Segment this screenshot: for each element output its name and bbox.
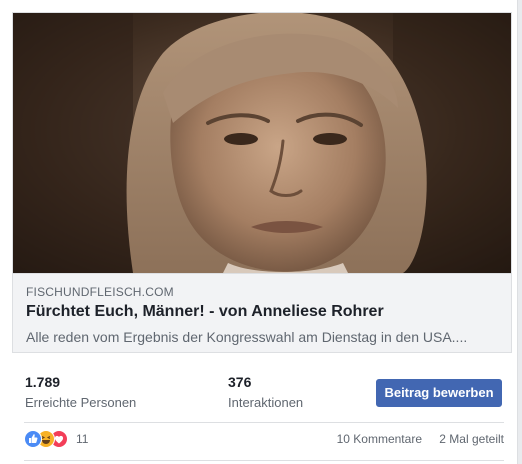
like-icon: [24, 430, 42, 448]
divider: [24, 422, 504, 423]
post-card: FISCHUNDFLEISCH.COM Fürchtet Euch, Männe…: [0, 0, 518, 464]
interactions-stat: 376 Interaktionen: [228, 374, 303, 410]
shares-count-link[interactable]: 2 Mal geteilt: [439, 432, 504, 446]
link-preview-image[interactable]: [13, 13, 511, 273]
reaction-count[interactable]: 11: [76, 432, 88, 446]
divider: [24, 460, 504, 461]
link-preview[interactable]: FISCHUNDFLEISCH.COM Fürchtet Euch, Männe…: [12, 12, 512, 353]
boost-post-button[interactable]: Beitrag bewerben: [376, 379, 502, 407]
reach-label: Erreichte Personen: [25, 395, 137, 410]
reach-stat: 1.789 Erreichte Personen: [25, 374, 136, 410]
reactions-summary: 11 10 Kommentare 2 Mal geteilt: [24, 429, 504, 451]
post-insights: 1.789 Erreichte Personen 376 Interaktion…: [12, 362, 512, 422]
comments-count-link[interactable]: 10 Kommentare: [337, 432, 422, 446]
link-headline[interactable]: Fürchtet Euch, Männer! - von Anneliese R…: [26, 303, 384, 321]
link-preview-meta[interactable]: FISCHUNDFLEISCH.COM Fürchtet Euch, Männe…: [13, 273, 511, 352]
interactions-value: 376: [228, 374, 252, 390]
reach-value: 1.789: [25, 374, 61, 390]
link-description: Alle reden vom Ergebnis der Kongresswahl…: [26, 329, 468, 345]
interactions-label: Interaktionen: [228, 395, 304, 410]
link-domain: FISCHUNDFLEISCH.COM: [26, 285, 174, 299]
